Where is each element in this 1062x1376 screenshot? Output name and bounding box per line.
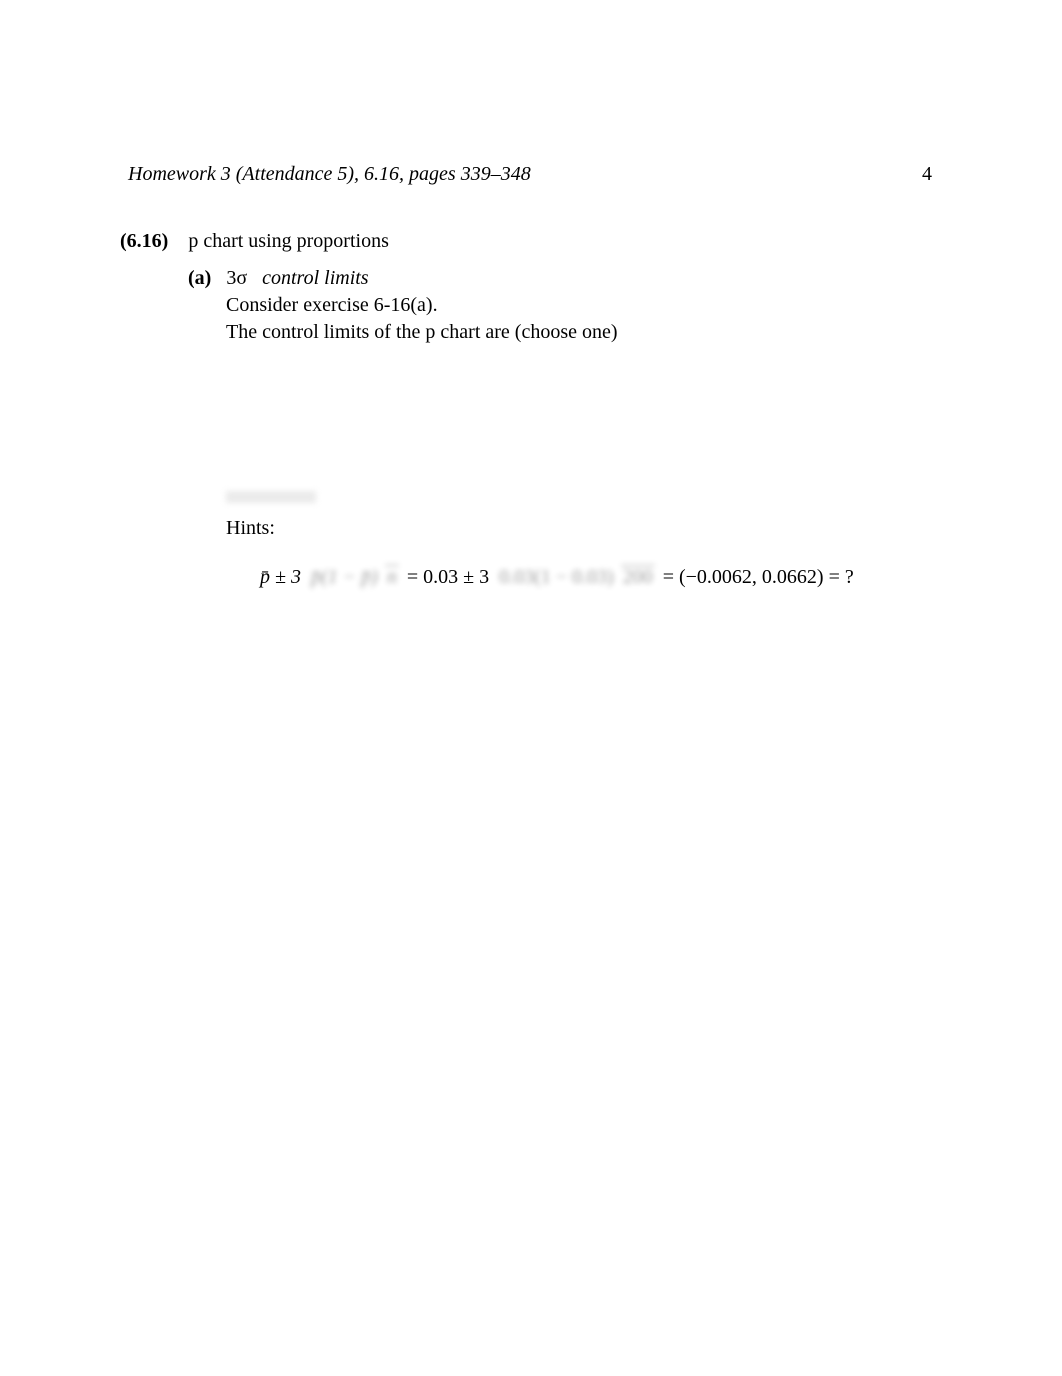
part-a-label: (a): [188, 267, 211, 289]
page-number: 4: [922, 163, 932, 186]
eqn-frac2-den: 200: [621, 565, 655, 588]
page-content: Homework 3 (Attendance 5), 6.16, pages 3…: [0, 0, 1062, 589]
part-a-heading: (a) 3σ control limits: [188, 265, 942, 292]
eqn-frac1-den: n: [385, 565, 399, 588]
part-a-line1: Consider exercise 6-16(a).: [226, 292, 942, 319]
eqn-frac2-num: 0.03(1 − 0.03): [497, 566, 616, 588]
page-header: Homework 3 (Attendance 5), 6.16, pages 3…: [120, 163, 942, 186]
eqn-frac1: p̄(1 − p̄) n: [309, 567, 399, 588]
eqn-frac2: 0.03(1 − 0.03) 200: [497, 567, 655, 588]
problem-number: (6.16): [120, 230, 168, 252]
hints-label-row: Hints:: [226, 491, 942, 540]
part-a-line2: The control limits of the p chart are (c…: [226, 319, 942, 346]
problem-heading: (6.16) p chart using proportions: [120, 230, 942, 253]
equation: p̄ ± 3 p̄(1 − p̄) n = 0.03 ± 3 0.03(1 − …: [260, 566, 942, 589]
header-title: Homework 3 (Attendance 5), 6.16, pages 3…: [128, 163, 531, 186]
part-a-heading-text: control limits: [262, 267, 368, 289]
hints-label: Hints:: [226, 517, 275, 539]
problem-title: p chart using proportions: [188, 230, 389, 252]
part-a-heading-prefix: 3σ: [226, 267, 247, 289]
eqn-frac1-num: p̄(1 − p̄): [309, 566, 380, 588]
eqn-tail: = (−0.0062, 0.0662) = ?: [663, 566, 854, 589]
eqn-mid: = 0.03 ± 3: [407, 566, 489, 589]
eqn-lhs: p̄ ± 3: [260, 566, 301, 589]
